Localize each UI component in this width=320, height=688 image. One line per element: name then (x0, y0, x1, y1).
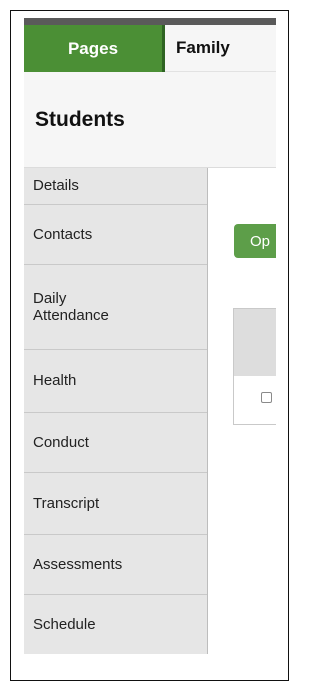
sidebar-item-daily-attendance[interactable]: Daily Attendance (24, 265, 207, 350)
tab-pages-label: Pages (67, 38, 119, 58)
tab-family[interactable]: Family (165, 25, 276, 72)
sidebar-item-label: Transcript (33, 494, 100, 512)
sidebar-item-label: Health (33, 372, 77, 390)
row-checkbox[interactable] (261, 392, 272, 403)
options-button[interactable]: Op (234, 224, 276, 258)
sidebar-item-transcript[interactable]: Transcript (24, 473, 207, 535)
sidebar-item-health[interactable]: Health (24, 350, 207, 413)
page-header: Students (24, 72, 276, 168)
sidebar-item-assessments[interactable]: Assessments (24, 535, 207, 595)
sidebar-item-conduct[interactable]: Conduct (24, 413, 207, 473)
sidebar-item-label: Schedule (33, 615, 96, 633)
sidebar-item-contacts[interactable]: Contacts (24, 205, 207, 265)
top-strip (24, 18, 276, 25)
sidebar-item-label: Contacts (33, 225, 93, 243)
sidebar-item-label: Conduct (33, 433, 89, 451)
sidebar: Details Contacts Daily Attendance Health… (24, 168, 208, 654)
sidebar-item-label: Details (33, 177, 79, 195)
sidebar-item-schedule[interactable]: Schedule (24, 595, 207, 654)
sidebar-item-details[interactable]: Details (24, 168, 207, 205)
table-header (234, 309, 276, 376)
sidebar-item-label: Assessments (33, 555, 123, 573)
page-title: Students (35, 108, 125, 131)
tab-family-label: Family (176, 38, 230, 57)
tab-pages[interactable]: Pages (24, 25, 165, 72)
options-button-label: Op (250, 232, 271, 250)
data-table (233, 308, 276, 425)
sidebar-item-label: Daily Attendance (33, 289, 109, 324)
